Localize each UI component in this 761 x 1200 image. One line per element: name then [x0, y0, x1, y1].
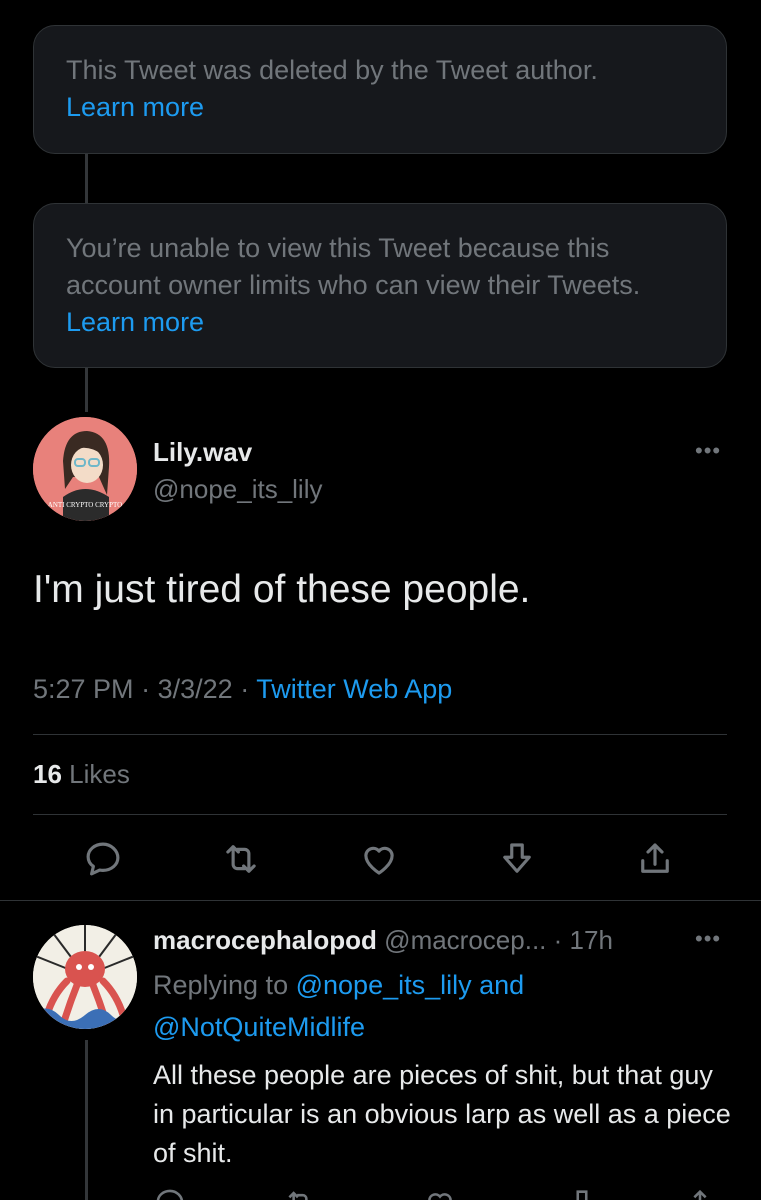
avatar-illustration: ANTI CRYPTO CRYPTO [33, 417, 137, 521]
share-icon[interactable] [683, 1186, 713, 1200]
reply-handle[interactable]: @macrocep... [384, 925, 546, 955]
reply-age[interactable]: · 17h [554, 925, 613, 955]
reply-icon[interactable] [82, 838, 124, 880]
avatar-text: ANTI CRYPTO CRYPTO [48, 501, 122, 509]
mention-link[interactable]: @nope_its_lily [296, 970, 472, 1000]
divider [33, 734, 727, 735]
more-options-icon[interactable]: ••• [695, 438, 721, 464]
separator: · [240, 674, 250, 704]
learn-more-link[interactable]: Learn more [66, 92, 204, 122]
separator: · [141, 674, 151, 704]
deleted-notice-text: This Tweet was deleted by the Tweet auth… [66, 55, 598, 85]
tweet-text: I'm just tired of these people. [33, 568, 531, 611]
reply-icon[interactable] [153, 1186, 187, 1200]
replying-to: Replying to @nope_its_lily and @NotQuite… [153, 964, 713, 1048]
restricted-notice-text: You’re unable to view this Tweet because… [66, 233, 641, 300]
divider [0, 900, 761, 901]
thread-line [85, 1040, 88, 1200]
like-icon[interactable] [423, 1186, 457, 1200]
octopus-illustration [33, 925, 137, 1029]
tweet-time[interactable]: 5:27 PM [33, 674, 134, 704]
tweet-meta: 5:27 PM · 3/3/22 · Twitter Web App [33, 674, 452, 705]
author-display-name[interactable]: Lily.wav [153, 437, 252, 468]
likes-count: 16 [33, 759, 62, 789]
thread-line [85, 368, 88, 412]
reply-action-bar [153, 1186, 713, 1200]
learn-more-link[interactable]: Learn more [66, 307, 204, 337]
share-icon[interactable] [634, 838, 676, 880]
reply-header: macrocephalopod @macrocep... · 17h [153, 925, 613, 956]
avatar[interactable]: ANTI CRYPTO CRYPTO [33, 417, 137, 521]
thread-line [85, 154, 88, 204]
and-link[interactable]: and [479, 970, 524, 1000]
restricted-tweet-notice: You’re unable to view this Tweet because… [33, 203, 727, 368]
like-icon[interactable] [358, 838, 400, 880]
tweet-date[interactable]: 3/3/22 [158, 674, 233, 704]
mention-link[interactable]: @NotQuiteMidlife [153, 1012, 365, 1042]
deleted-tweet-notice: This Tweet was deleted by the Tweet auth… [33, 25, 727, 154]
retweet-icon[interactable] [220, 838, 262, 880]
reply-more-options-icon[interactable]: ••• [695, 926, 721, 952]
divider [33, 814, 727, 815]
author-handle[interactable]: @nope_its_lily [153, 474, 322, 505]
replying-prefix: Replying to [153, 970, 289, 1000]
likes-stat[interactable]: 16 Likes [33, 759, 130, 790]
reply-text: All these people are pieces of shit, but… [153, 1060, 731, 1168]
bookmark-download-icon[interactable] [496, 838, 538, 880]
tweet-source[interactable]: Twitter Web App [256, 674, 452, 704]
reply-avatar[interactable] [33, 925, 137, 1029]
retweet-icon[interactable] [283, 1186, 317, 1200]
likes-label: Likes [69, 759, 130, 789]
reply-display-name[interactable]: macrocephalopod [153, 925, 377, 955]
bookmark-download-icon[interactable] [565, 1186, 599, 1200]
